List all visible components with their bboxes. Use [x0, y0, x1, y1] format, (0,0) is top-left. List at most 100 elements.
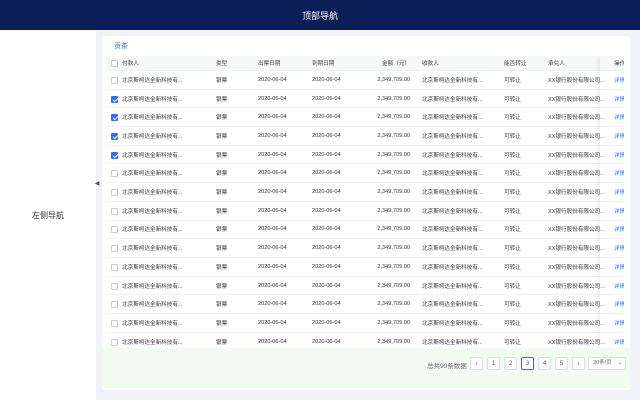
page-button[interactable]: 2	[504, 357, 517, 370]
cell-type: 银票	[216, 152, 228, 159]
page-size-select[interactable]: 30条/页 ⌄	[588, 357, 626, 370]
cell-due-date: 2020-06-04	[312, 245, 341, 252]
row-checkbox[interactable]	[111, 319, 118, 327]
table-row[interactable]: 北京斯柯达全新科技有... 银票 2020-06-04 2020-06-04 2,349…	[106, 127, 624, 146]
next-page-button[interactable]: ›	[572, 357, 585, 370]
table-row[interactable]: 北京斯柯达全新科技有... 银票 2020-06-04 2020-06-04 2,349…	[106, 89, 624, 109]
chevron-left-icon[interactable]: ◀	[94, 178, 100, 190]
cell-due-date: 2020-06-04	[312, 95, 341, 102]
cell-amount: 2,349,709.00	[377, 282, 410, 289]
cell-payee: 北京斯柯达全新科技有...	[422, 320, 483, 327]
row-checkbox[interactable]	[111, 338, 118, 346]
chevron-down-icon: ⌄	[617, 360, 622, 366]
table-row[interactable]: 北京斯柯达全新科技有... 银票 2020-06-04 2020-06-04 2,349…	[106, 183, 624, 202]
cell-payer: 北京斯柯达全新科技有...	[122, 77, 183, 84]
cell-due-date: 2020-06-04	[312, 263, 341, 270]
cell-payer: 北京斯柯达全新科技有...	[122, 208, 183, 215]
row-checkbox[interactable]	[111, 114, 118, 122]
table-row[interactable]: 北京斯柯达全新科技有... 银票 2020-06-04 2020-06-04 2,349…	[106, 202, 624, 221]
cell-payee: 北京斯柯达全新科技有...	[422, 171, 483, 178]
cell-payer: 北京斯柯达全新科技有...	[122, 339, 183, 346]
row-checkbox[interactable]	[111, 263, 118, 271]
page-button[interactable]: 1	[487, 357, 500, 370]
cell-issue-date: 2020-06-04	[258, 207, 287, 214]
cell-payer: 北京斯柯达全新科技有...	[122, 152, 183, 159]
cell-amount: 2,349,709.00	[377, 114, 410, 121]
select-all-checkbox[interactable]	[111, 60, 118, 67]
row-checkbox[interactable]	[111, 132, 118, 140]
cell-payer: 北京斯柯达全新科技有...	[122, 320, 183, 327]
cell-due-date: 2020-06-04	[312, 114, 341, 121]
column-header: 出票日期	[258, 61, 281, 67]
cell-transferable: 可转让	[504, 208, 521, 215]
prev-page-button[interactable]: ‹	[470, 357, 483, 370]
cell-amount: 2,349,709.00	[377, 95, 410, 102]
column-header: 金额（元）	[382, 61, 410, 67]
table-row[interactable]: 北京斯柯达全新科技有... 银票 2020-06-04 2020-06-04 2,349…	[106, 145, 624, 165]
table-row[interactable]: 北京斯柯达全新科技有... 银票 2020-06-04 2020-06-04 2,349…	[106, 221, 624, 240]
cell-transferable: 可转让	[504, 96, 521, 103]
cell-transferable: 可转让	[504, 339, 521, 346]
cell-issue-date: 2020-06-04	[258, 263, 287, 270]
cell-payee: 北京斯柯达全新科技有...	[422, 339, 483, 346]
cell-payee: 北京斯柯达全新科技有...	[422, 302, 483, 309]
row-checkbox[interactable]	[111, 151, 118, 159]
row-checkbox[interactable]	[111, 282, 118, 290]
cell-payee: 北京斯柯达全新科技有...	[422, 208, 483, 215]
row-checkbox[interactable]	[111, 301, 118, 309]
table-row[interactable]: 北京斯柯达全新科技有... 银票 2020-06-04 2020-06-04 2,349…	[106, 239, 624, 258]
table-row[interactable]: 北京斯柯达全新科技有... 银票 2020-06-04 2020-06-04 2,349…	[106, 258, 624, 277]
page-button[interactable]: 3	[521, 357, 534, 370]
row-checkbox[interactable]	[111, 189, 118, 197]
cell-payee: 北京斯柯达全新科技有...	[422, 227, 483, 234]
cell-payee: 北京斯柯达全新科技有...	[422, 283, 483, 290]
cell-amount: 2,349,709.00	[377, 338, 410, 345]
cell-issue-date: 2020-06-04	[258, 301, 287, 308]
cell-payee: 北京斯柯达全新科技有...	[422, 246, 483, 253]
row-checkbox[interactable]	[111, 226, 118, 234]
table-row[interactable]: 北京斯柯达全新科技有... 银票 2020-06-04 2020-06-04 2,349…	[106, 165, 624, 184]
cell-payer: 北京斯柯达全新科技有...	[122, 133, 183, 140]
table-row[interactable]: 北京斯柯达全新科技有... 银票 2020-06-04 2020-06-04 2,349…	[106, 277, 624, 296]
cell-type: 银票	[216, 283, 228, 290]
row-checkbox[interactable]	[111, 95, 118, 103]
cell-payer: 北京斯柯达全新科技有...	[122, 227, 183, 234]
cell-due-date: 2020-06-04	[312, 226, 341, 233]
cell-issue-date: 2020-06-04	[258, 132, 287, 139]
cell-due-date: 2020-06-04	[312, 282, 341, 289]
cell-transferable: 可转让	[504, 77, 521, 84]
row-checkbox[interactable]	[111, 170, 118, 178]
top-nav-title: 顶部导航	[301, 10, 338, 21]
table-row[interactable]: 北京斯柯达全新科技有... 银票 2020-06-04 2020-06-04 2,349…	[106, 333, 624, 348]
fixed-column-shadow	[600, 56, 624, 348]
table-row[interactable]: 北京斯柯达全新科技有... 银票 2020-06-04 2020-06-04 2,349…	[106, 295, 624, 315]
cell-payee: 北京斯柯达全新科技有...	[422, 190, 483, 197]
top-navigation: 顶部导航	[0, 0, 640, 30]
cell-transferable: 可转让	[504, 246, 521, 253]
table-row[interactable]: 北京斯柯达全新科技有... 银票 2020-06-04 2020-06-04 2,349…	[106, 71, 624, 90]
cell-payer: 北京斯柯达全新科技有...	[122, 96, 183, 103]
page-button[interactable]: 5	[555, 357, 568, 370]
cell-transferable: 可转让	[504, 133, 521, 140]
cell-payer: 北京斯柯达全新科技有...	[122, 190, 183, 197]
left-sidebar: 左侧导航	[0, 30, 96, 400]
cell-type: 银票	[216, 171, 228, 178]
cell-transferable: 可转让	[504, 152, 521, 159]
cell-transferable: 可转让	[504, 190, 521, 197]
page-button[interactable]: 4	[538, 357, 551, 370]
cell-type: 银票	[216, 77, 228, 84]
pagination-bar: 总共90条数据 ‹ 1 2 3 4 5 › 30条/页 ⌄	[102, 348, 630, 388]
table-row[interactable]: 北京斯柯达全新科技有... 银票 2020-06-04 2020-06-04 2,349…	[106, 108, 624, 128]
row-checkbox[interactable]	[111, 207, 118, 215]
table-row[interactable]: 北京斯柯达全新科技有... 银票 2020-06-04 2020-06-04 2,349…	[106, 314, 624, 333]
cell-issue-date: 2020-06-04	[258, 95, 287, 102]
row-checkbox[interactable]	[111, 76, 118, 84]
column-header: 付款人	[122, 61, 139, 67]
cell-due-date: 2020-06-04	[312, 319, 341, 326]
cell-payee: 北京斯柯达全新科技有...	[422, 77, 483, 84]
cell-due-date: 2020-06-04	[312, 301, 341, 308]
cell-transferable: 可转让	[504, 115, 521, 122]
cell-payer: 北京斯柯达全新科技有...	[122, 246, 183, 253]
cell-issue-date: 2020-06-04	[258, 282, 287, 289]
row-checkbox[interactable]	[111, 245, 118, 253]
